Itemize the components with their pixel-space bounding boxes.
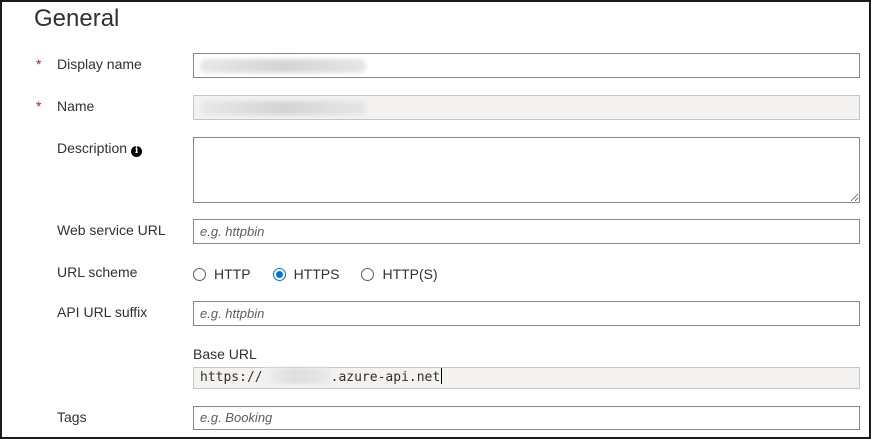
radio-option-http-s[interactable]: HTTP(S) [361, 266, 438, 282]
tags-input[interactable]: e.g. Booking [193, 406, 860, 430]
name-label: Name [57, 98, 95, 114]
description-label: Description i [57, 138, 143, 158]
redacted-value [200, 59, 366, 73]
api-url-suffix-label: API URL suffix [57, 304, 148, 320]
base-url-display: https:// .azure-api.net [193, 367, 860, 389]
radio-http-s[interactable] [361, 267, 375, 281]
url-scheme-radio-group: HTTP HTTPS HTTP(S) [193, 264, 460, 284]
redacted-value [200, 101, 366, 115]
description-textarea[interactable] [193, 137, 860, 203]
web-service-url-label: Web service URL [57, 222, 166, 238]
description-label-text: Description [57, 140, 128, 156]
section-title: General [34, 5, 120, 32]
name-input[interactable] [193, 95, 860, 120]
radio-http-s-label: HTTP(S) [382, 266, 438, 282]
api-url-suffix-input[interactable]: e.g. httpbin [193, 301, 860, 326]
info-icon[interactable]: i [131, 146, 143, 157]
web-service-url-placeholder: e.g. httpbin [200, 224, 265, 239]
settings-panel: General * Display name * Name Descriptio… [0, 0, 871, 439]
web-service-url-input[interactable]: e.g. httpbin [193, 219, 860, 244]
text-caret [441, 368, 443, 384]
base-url-prefix: https:// [200, 370, 263, 385]
radio-https-label: HTTPS [293, 266, 340, 282]
radio-https[interactable] [272, 267, 286, 281]
required-marker: * [36, 98, 42, 114]
base-url-suffix: .azure-api.net [330, 370, 441, 385]
radio-http[interactable] [193, 267, 206, 281]
required-marker: * [36, 56, 42, 72]
tags-label: Tags [57, 409, 87, 425]
radio-option-https[interactable]: HTTPS [272, 266, 340, 282]
url-scheme-label: URL scheme [57, 264, 138, 280]
tags-placeholder: e.g. Booking [200, 410, 273, 425]
api-url-suffix-placeholder: e.g. httpbin [200, 306, 265, 321]
display-name-label: Display name [57, 56, 142, 72]
radio-http-label: HTTP [214, 266, 251, 282]
radio-option-http[interactable]: HTTP [193, 266, 251, 282]
display-name-input[interactable] [193, 53, 860, 78]
redacted-value [262, 368, 331, 384]
base-url-label: Base URL [193, 346, 257, 362]
